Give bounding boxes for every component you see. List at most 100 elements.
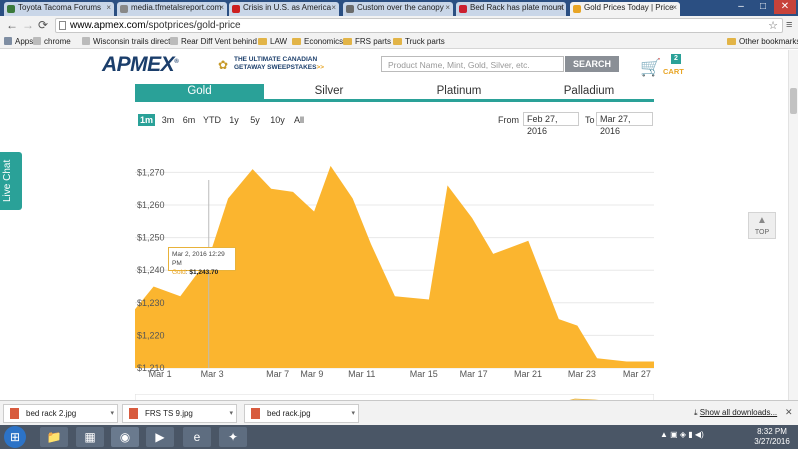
sweepstakes-banner[interactable]: THE ULTIMATE CANADIAN GETAWAY SWEEPSTAKE…	[234, 56, 324, 72]
x-tick-label: Mar 15	[410, 369, 438, 377]
chevron-down-icon[interactable]: ▾	[110, 409, 114, 417]
reload-icon[interactable]: ⟳	[38, 18, 48, 32]
range-1y[interactable]: 1y	[227, 114, 241, 126]
maximize-button[interactable]: □	[752, 0, 774, 14]
folder-icon	[258, 38, 267, 45]
x-tick-label: Mar 3	[201, 369, 224, 377]
close-icon[interactable]: ×	[672, 3, 677, 12]
media-icon[interactable]: ▦	[76, 427, 104, 447]
apps-grid-icon	[4, 37, 12, 45]
bookmark-star-icon[interactable]: ☆	[768, 19, 778, 32]
bookmark-wisconsin-trails-direct[interactable]: Wisconsin trails direct	[82, 37, 170, 46]
search-button[interactable]: SEARCH	[565, 56, 619, 72]
cart-label: CART	[663, 67, 684, 76]
windows-taskbar: ⊞ 📁 ▦ ◉ ▶ e ✦ ▲ ▣ ◈ ▮ ◀) 8:32 PM 3/27/20…	[0, 425, 798, 449]
menu-icon[interactable]: ≡	[786, 18, 792, 32]
download-item[interactable]: bed rack 2.jpg ▾	[3, 404, 118, 423]
player-icon[interactable]: ▶	[146, 427, 174, 447]
chevron-down-icon[interactable]: ▾	[229, 409, 233, 417]
tab-platinum[interactable]: Platinum	[394, 84, 524, 99]
close-icon[interactable]: ✕	[785, 407, 793, 418]
browser-tab[interactable]: Gold Prices Today | Price ×	[570, 2, 680, 16]
download-item[interactable]: FRS TS 9.jpg ▾	[122, 404, 237, 423]
y-tick-label: $1,220	[137, 330, 165, 340]
close-icon[interactable]: ×	[331, 3, 336, 12]
cart-count-badge: 2	[671, 54, 681, 64]
bookmark-frs-parts[interactable]: FRS parts	[343, 37, 391, 46]
live-chat-button[interactable]: Live Chat	[0, 152, 22, 210]
chart-tooltip: Mar 2, 2016 12:29 PM Gold: $1,243.70	[168, 247, 236, 276]
close-icon[interactable]: ×	[445, 3, 450, 12]
browser-tab[interactable]: Bed Rack has plate mount ×	[456, 2, 566, 16]
favicon-icon	[120, 5, 128, 13]
site-search-input[interactable]: Product Name, Mint, Gold, Silver, etc.	[381, 56, 564, 72]
bookmark-chrome[interactable]: chrome	[33, 37, 71, 46]
chrome-icon[interactable]: ◉	[111, 427, 139, 447]
tooltip-series: Gold	[172, 269, 186, 276]
metal-tabs: Gold Silver Platinum Palladium	[135, 84, 654, 102]
close-icon[interactable]: ×	[106, 3, 111, 12]
tooltip-value: $1,243.70	[189, 269, 219, 276]
clock[interactable]: 8:32 PM 3/27/2016	[752, 427, 792, 447]
browser-tab[interactable]: media.tfmetalsreport.com ×	[117, 2, 227, 16]
close-window-button[interactable]: ✕	[774, 0, 796, 14]
ie-icon[interactable]: e	[183, 427, 211, 447]
tab-palladium[interactable]: Palladium	[524, 84, 654, 99]
x-tick-label: Mar 1	[149, 369, 172, 377]
back-icon[interactable]: ←	[6, 18, 18, 32]
page-icon	[33, 37, 41, 45]
explorer-icon[interactable]: 📁	[40, 427, 68, 447]
y-tick-label: $1,240	[137, 265, 165, 275]
favicon-icon	[232, 5, 240, 13]
apmex-logo[interactable]: APMEX®	[102, 53, 179, 77]
minimize-button[interactable]: –	[730, 0, 752, 14]
browser-tab[interactable]: Toyota Tacoma Forums ×	[4, 2, 114, 16]
x-tick-label: Mar 9	[300, 369, 323, 377]
folder-icon	[727, 38, 736, 45]
to-date-input[interactable]: Mar 27, 2016	[596, 112, 653, 136]
browser-tab[interactable]: Crisis in U.S. as America ×	[229, 2, 339, 16]
range-6m[interactable]: 6m	[181, 114, 197, 126]
bookmark-rear-diff-vent-behind[interactable]: Rear Diff Vent behind	[170, 37, 257, 46]
bookmarks-bar: Apps chrome Wisconsin trails direct Rear Di…	[0, 35, 798, 49]
back-to-top-button[interactable]: ▲ TOP	[748, 212, 776, 239]
close-icon[interactable]: ×	[558, 3, 563, 12]
tooltip-time: Mar 2, 2016 12:29 PM	[172, 251, 225, 267]
page-icon	[59, 21, 66, 30]
browser-toolbar: ← → ⟳ www.apmex.com/spotprices/gold-pric…	[0, 16, 798, 35]
bookmark-other-bookmarks[interactable]: Other bookmarks	[727, 37, 798, 46]
y-tick-label: $1,270	[137, 167, 165, 177]
range-3m[interactable]: 3m	[160, 114, 176, 126]
range-all[interactable]: All	[291, 114, 307, 126]
address-bar[interactable]: www.apmex.com/spotprices/gold-price ☆	[55, 18, 783, 33]
bookmark-economics[interactable]: Economics	[292, 37, 343, 46]
show-all-downloads-link[interactable]: ⤓ Show all downloads...	[694, 408, 777, 418]
x-tick-label: Mar 17	[460, 369, 488, 377]
range-1m[interactable]: 1m	[138, 114, 155, 126]
forward-icon[interactable]: →	[22, 18, 34, 32]
bookmark-law[interactable]: LAW	[258, 37, 287, 46]
bookmark-apps[interactable]: Apps	[4, 37, 33, 46]
folder-icon	[292, 38, 301, 45]
start-button[interactable]: ⊞	[4, 426, 26, 448]
favicon-icon	[459, 5, 467, 13]
x-tick-label: Mar 27	[623, 369, 651, 377]
scrollbar-thumb[interactable]	[790, 88, 797, 114]
range-10y[interactable]: 10y	[268, 114, 287, 126]
app-icon[interactable]: ✦	[219, 427, 247, 447]
chevron-down-icon[interactable]: ▾	[351, 409, 355, 417]
tab-silver[interactable]: Silver	[264, 84, 394, 99]
browser-tab[interactable]: Custom over the canopy ×	[343, 2, 453, 16]
x-tick-label: Mar 11	[348, 369, 375, 377]
range-ytd[interactable]: YTD	[201, 114, 223, 126]
download-item[interactable]: bed rack.jpg ▾	[244, 404, 359, 423]
browser-tab-strip: Toyota Tacoma Forums × media.tfmetalsrepor…	[0, 0, 798, 16]
bookmark-truck-parts[interactable]: Truck parts	[393, 37, 445, 46]
range-5y[interactable]: 5y	[248, 114, 262, 126]
system-tray[interactable]: ▲ ▣ ◈ ▮ ◀)	[660, 430, 704, 439]
downloads-bar: bed rack 2.jpg ▾ FRS TS 9.jpg ▾ bed rack.j…	[0, 400, 798, 425]
from-date-input[interactable]: Feb 27, 2016	[523, 112, 579, 136]
close-icon[interactable]: ×	[219, 3, 224, 12]
tab-gold[interactable]: Gold	[135, 84, 264, 99]
folder-icon	[343, 38, 352, 45]
